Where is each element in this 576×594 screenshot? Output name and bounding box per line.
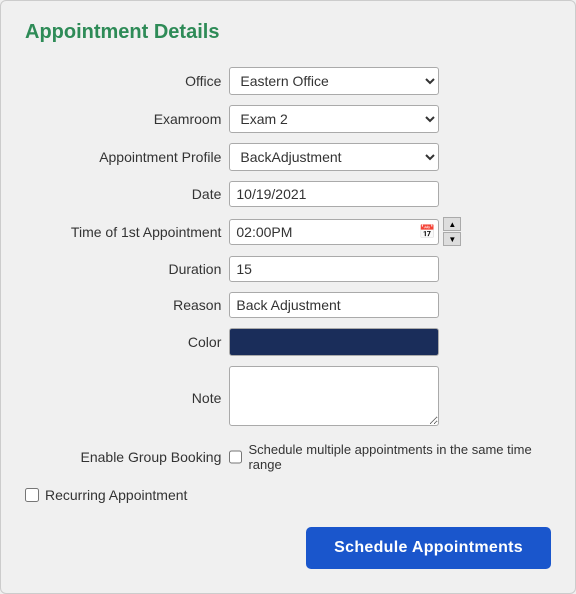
office-cell: Eastern Office Western Office Northern O… (225, 62, 551, 100)
reason-input[interactable] (229, 292, 439, 318)
date-cell (225, 176, 551, 212)
reason-row: Reason (25, 287, 551, 323)
time-increment-button[interactable]: ▲ (443, 217, 461, 231)
office-row: Office Eastern Office Western Office Nor… (25, 62, 551, 100)
time-cell: 📅 ▲ ▼ (225, 212, 551, 251)
recurring-checkbox[interactable] (25, 488, 39, 502)
profile-select[interactable]: BackAdjustment Consultation Follow-up (229, 143, 439, 171)
duration-row: Duration (25, 251, 551, 287)
time-input[interactable] (229, 219, 439, 245)
card-title: Appointment Details (25, 21, 551, 44)
profile-cell: BackAdjustment Consultation Follow-up (225, 138, 551, 176)
duration-cell (225, 251, 551, 287)
office-label: Office (25, 62, 225, 100)
group-booking-checkbox[interactable] (229, 450, 242, 464)
color-swatch[interactable] (229, 328, 439, 356)
profile-label: Appointment Profile (25, 138, 225, 176)
color-row: Color (25, 323, 551, 361)
group-booking-label: Enable Group Booking (25, 434, 225, 477)
note-label: Note (25, 361, 225, 434)
office-select[interactable]: Eastern Office Western Office Northern O… (229, 67, 439, 95)
schedule-appointments-button[interactable]: Schedule Appointments (306, 527, 551, 569)
profile-row: Appointment Profile BackAdjustment Consu… (25, 138, 551, 176)
group-booking-description: Schedule multiple appointments in the sa… (248, 442, 547, 472)
color-cell (225, 323, 551, 361)
bottom-row: Schedule Appointments (25, 527, 551, 569)
date-input[interactable] (229, 181, 439, 207)
note-row: Note (25, 361, 551, 434)
color-label: Color (25, 323, 225, 361)
examroom-select[interactable]: Exam 1 Exam 2 Exam 3 (229, 105, 439, 133)
time-row: Time of 1st Appointment 📅 ▲ ▼ (25, 212, 551, 251)
note-cell (225, 361, 551, 434)
examroom-cell: Exam 1 Exam 2 Exam 3 (225, 100, 551, 138)
group-booking-cell: Schedule multiple appointments in the sa… (225, 434, 551, 477)
duration-label: Duration (25, 251, 225, 287)
recurring-row: Recurring Appointment (25, 487, 551, 503)
time-decrement-button[interactable]: ▼ (443, 232, 461, 246)
reason-label: Reason (25, 287, 225, 323)
date-label: Date (25, 176, 225, 212)
date-row: Date (25, 176, 551, 212)
examroom-row: Examroom Exam 1 Exam 2 Exam 3 (25, 100, 551, 138)
recurring-label: Recurring Appointment (45, 487, 187, 503)
examroom-label: Examroom (25, 100, 225, 138)
time-spinner: ▲ ▼ (443, 217, 461, 246)
duration-input[interactable] (229, 256, 439, 282)
group-booking-row: Enable Group Booking Schedule multiple a… (25, 434, 551, 477)
time-wrapper: 📅 ▲ ▼ (229, 217, 547, 246)
note-textarea[interactable] (229, 366, 439, 426)
form-table: Office Eastern Office Western Office Nor… (25, 62, 551, 477)
time-label: Time of 1st Appointment (25, 212, 225, 251)
appointment-details-card: Appointment Details Office Eastern Offic… (0, 0, 576, 594)
reason-cell (225, 287, 551, 323)
time-icon-wrapper: 📅 (229, 219, 439, 245)
group-booking-inner: Schedule multiple appointments in the sa… (229, 442, 547, 472)
